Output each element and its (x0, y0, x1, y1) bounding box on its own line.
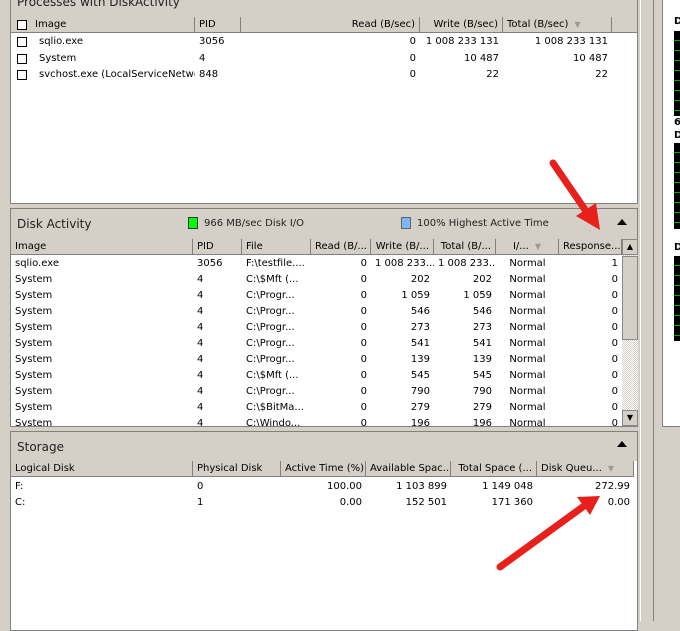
annotation-arrows (496, 159, 600, 571)
arrow-response-icon (549, 159, 600, 230)
arrow-queue-icon (496, 496, 600, 571)
